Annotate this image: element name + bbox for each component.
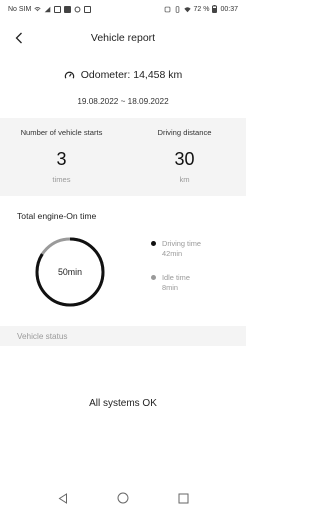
- wifi-icon: [34, 6, 41, 11]
- nfc-icon: [164, 6, 170, 12]
- vehicle-status-message: All systems OK: [89, 398, 157, 409]
- back-button[interactable]: [10, 28, 28, 48]
- vehicle-status-header: Vehicle status: [0, 326, 246, 346]
- nav-home-button[interactable]: [116, 491, 130, 505]
- status-bar-left: No SIM: [8, 5, 92, 13]
- carrier-text: No SIM: [8, 5, 32, 13]
- stat-vehicle-starts: Number of vehicle starts 3 times: [0, 118, 123, 196]
- date-range[interactable]: 19.08.2022 ~ 18.09.2022: [0, 97, 246, 106]
- engine-total-time: 50min: [58, 267, 82, 277]
- app-notification-icon: [84, 5, 92, 13]
- status-wifi-icon: [183, 6, 191, 12]
- stats-panel: Number of vehicle starts 3 times Driving…: [0, 118, 246, 196]
- status-bar-right: 72 % 00:37: [164, 5, 238, 13]
- legend-dot: [151, 241, 156, 246]
- header: Vehicle report: [0, 24, 246, 52]
- gauge-icon: [64, 71, 74, 79]
- stat-unit: km: [179, 175, 190, 184]
- square-recents-icon: [178, 493, 188, 503]
- stat-value: 30: [174, 149, 195, 169]
- legend-dot: [151, 275, 156, 280]
- notification-icon: [54, 5, 62, 13]
- stat-unit: times: [52, 175, 71, 184]
- nav-back-button[interactable]: [56, 491, 70, 505]
- legend-label: Driving time: [162, 239, 202, 248]
- legend-value: 8min: [162, 283, 179, 292]
- engine-on-title: Total engine-On time: [17, 211, 97, 221]
- google-icon: [74, 6, 81, 12]
- nav-recents-button[interactable]: [176, 491, 190, 505]
- vibrate-icon: [175, 5, 179, 13]
- chevron-left-icon: [15, 32, 22, 44]
- status-bar: No SIM 72 % 00:37: [0, 0, 246, 18]
- stat-label: Number of vehicle starts: [20, 128, 103, 137]
- legend-label: Idle time: [162, 273, 190, 282]
- battery-icon: [212, 5, 218, 13]
- legend-value: 42min: [162, 249, 183, 258]
- system-nav-bar: [0, 484, 246, 512]
- mail-icon: [64, 5, 72, 13]
- odometer: Odometer: 14,458 km: [0, 66, 246, 84]
- signal-icon: [45, 6, 51, 12]
- stat-value: 3: [56, 149, 67, 169]
- triangle-back-icon: [58, 492, 67, 504]
- stat-label: Driving distance: [157, 128, 212, 137]
- odometer-text: Odometer: 14,458 km: [80, 69, 183, 81]
- circle-home-icon: [117, 492, 129, 504]
- battery-percent: 72 %: [193, 5, 210, 13]
- vehicle-status-title: Vehicle status: [17, 331, 68, 341]
- stat-driving-distance: Driving distance 30 km: [123, 118, 246, 196]
- page-title: Vehicle report: [90, 32, 156, 44]
- clock: 00:37: [220, 5, 238, 13]
